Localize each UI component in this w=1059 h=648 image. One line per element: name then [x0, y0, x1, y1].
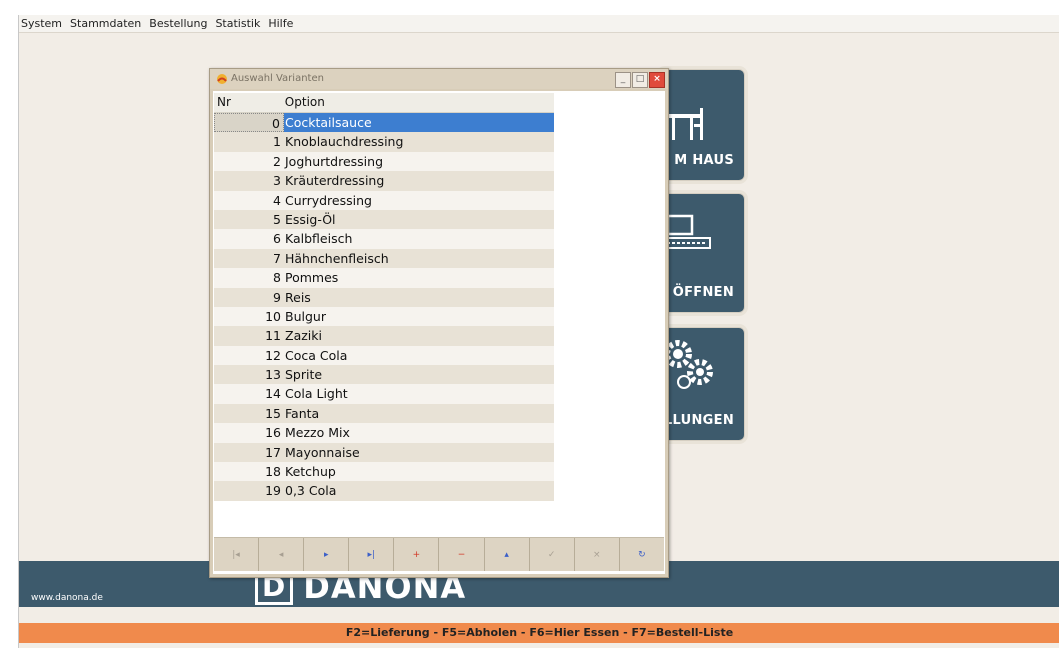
cell-option: Currydressing	[285, 192, 372, 208]
maximize-button[interactable]: □	[632, 72, 648, 88]
cell-nr: 7	[273, 250, 281, 266]
auswahl-varianten-dialog: Auswahl Varianten _ □ × Nr Option 0 Cockt…	[209, 68, 669, 578]
menu-bar: System Stammdaten Bestellung Statistik Hilfe	[19, 15, 1059, 32]
table-row[interactable]: 17 Mayonnaise	[214, 442, 554, 463]
table-row[interactable]: 15 Fanta	[214, 403, 554, 424]
tile-einstellungen[interactable]: TELLUNGEN	[646, 327, 745, 441]
table-row[interactable]: 1 Knoblauchdressing	[214, 132, 554, 152]
menu-bestellung[interactable]: Bestellung	[145, 15, 211, 32]
cell-option: 0,3 Cola	[285, 483, 337, 499]
cell-option: Fanta	[285, 405, 320, 421]
table-row[interactable]: 7 Hähnchenfleisch	[214, 248, 554, 269]
cell-nr: 2	[273, 153, 281, 169]
app-icon	[217, 74, 227, 84]
table-row[interactable]: 9 Reis	[214, 287, 554, 307]
cell-nr: 13	[265, 367, 281, 383]
cell-nr: 8	[273, 270, 281, 286]
table-row[interactable]: 2 Joghurtdressing	[214, 151, 554, 172]
cell-option: Cocktailsauce	[284, 113, 554, 133]
dialog-title: Auswahl Varianten	[231, 73, 324, 84]
cell-nr: 6	[273, 231, 281, 247]
nav-first-button[interactable]: |◂	[214, 538, 260, 571]
cell-option: Ketchup	[285, 464, 336, 480]
table-row[interactable]: 4 Currydressing	[214, 190, 554, 210]
cell-option: Essig-Öl	[285, 211, 336, 227]
nav-edit-button[interactable]: ▴	[485, 538, 530, 571]
dialog-titlebar[interactable]: Auswahl Varianten _ □ ×	[210, 69, 668, 89]
nav-insert-button[interactable]: +	[394, 538, 440, 571]
menu-stammdaten[interactable]: Stammdaten	[66, 15, 145, 32]
nav-refresh-button[interactable]: ↻	[620, 538, 664, 571]
cell-nr: 17	[265, 444, 281, 460]
cell-option: Sprite	[285, 367, 323, 383]
nav-delete-button[interactable]: −	[439, 538, 485, 571]
cell-option: Joghurtdressing	[285, 153, 383, 169]
cell-nr: 10	[265, 308, 281, 324]
column-header-nr[interactable]: Nr	[214, 93, 284, 112]
table-row[interactable]: 10 Bulgur	[214, 306, 554, 327]
cell-option: Pommes	[285, 270, 339, 286]
cell-nr: 15	[265, 405, 281, 421]
table-row[interactable]: 14 Cola Light	[214, 384, 554, 404]
cell-option: Reis	[285, 289, 311, 305]
cell-nr: 14	[265, 386, 281, 402]
nav-cancel-button[interactable]: ×	[575, 538, 620, 571]
cell-option: Coca Cola	[285, 347, 348, 363]
cell-nr: 9	[273, 289, 281, 305]
table-row[interactable]: 19 0,3 Cola	[214, 481, 554, 501]
cell-nr: 4	[273, 192, 281, 208]
cell-nr: 11	[265, 328, 281, 344]
cell-nr: 0	[214, 113, 284, 133]
nav-prior-button[interactable]: ◂	[259, 538, 305, 571]
cell-option: Knoblauchdressing	[285, 134, 404, 150]
cell-option: Hähnchenfleisch	[285, 250, 389, 266]
table-row[interactable]: 8 Pommes	[214, 268, 554, 288]
nav-post-button[interactable]: ✓	[530, 538, 575, 571]
grid-header: Nr Option	[214, 93, 554, 113]
menu-statistik[interactable]: Statistik	[211, 15, 264, 32]
cell-nr: 3	[273, 173, 281, 189]
cash-register-icon	[664, 214, 711, 249]
website-link[interactable]: www.danona.de	[31, 593, 103, 603]
cell-option: Cola Light	[285, 386, 348, 402]
cell-option: Kräuterdressing	[285, 173, 385, 189]
table-row[interactable]: 0 Cocktailsauce	[214, 113, 554, 133]
grid-rows: 0 Cocktailsauce 1 Knoblauchdressing 2 Joghurt…	[214, 113, 554, 501]
tile-kasse-oeffnen[interactable]: SE ÖFFNEN	[649, 193, 745, 313]
cell-nr: 19	[265, 483, 281, 499]
table-row[interactable]: 11 Zaziki	[214, 326, 554, 346]
menu-system[interactable]: System	[19, 15, 66, 32]
cell-nr: 12	[265, 347, 281, 363]
minimize-button[interactable]: _	[615, 72, 631, 88]
column-header-option[interactable]: Option	[284, 93, 554, 112]
cell-nr: 16	[265, 425, 281, 441]
dialog-body: Nr Option 0 Cocktailsauce 1 Knoblauchdressi…	[213, 91, 665, 574]
cell-nr: 1	[273, 134, 281, 150]
shortcut-status-bar: F2=Lieferung - F5=Abholen - F6=Hier Esse…	[19, 623, 1059, 643]
table-row[interactable]: 16 Mezzo Mix	[214, 423, 554, 443]
table-row[interactable]: 6 Kalbfleisch	[214, 229, 554, 249]
tile-im-haus[interactable]: M HAUS	[659, 69, 745, 181]
close-button[interactable]: ×	[649, 72, 665, 88]
table-row[interactable]: 13 Sprite	[214, 365, 554, 385]
table-row[interactable]: 5 Essig-Öl	[214, 209, 554, 230]
cell-nr: 5	[273, 211, 281, 227]
tile-im-haus-label: M HAUS	[674, 153, 734, 168]
cell-option: Mayonnaise	[285, 444, 360, 460]
gears-icon	[664, 340, 713, 389]
cell-option: Zaziki	[285, 328, 322, 344]
cell-nr: 18	[265, 464, 281, 480]
table-row[interactable]: 3 Kräuterdressing	[214, 171, 554, 191]
table-row[interactable]: 12 Coca Cola	[214, 345, 554, 366]
nav-last-button[interactable]: ▸|	[349, 538, 395, 571]
table-row[interactable]: 18 Ketchup	[214, 462, 554, 482]
db-navigator: |◂ ◂ ▸ ▸| + − ▴ ✓ × ↻	[214, 537, 664, 571]
cell-option: Kalbfleisch	[285, 231, 353, 247]
cell-option: Mezzo Mix	[285, 425, 350, 441]
nav-next-button[interactable]: ▸	[304, 538, 350, 571]
menu-hilfe[interactable]: Hilfe	[264, 15, 297, 32]
variants-grid[interactable]: Nr Option 0 Cocktailsauce 1 Knoblauchdressi…	[214, 93, 554, 501]
table-icon	[666, 108, 703, 140]
cell-option: Bulgur	[285, 308, 326, 324]
